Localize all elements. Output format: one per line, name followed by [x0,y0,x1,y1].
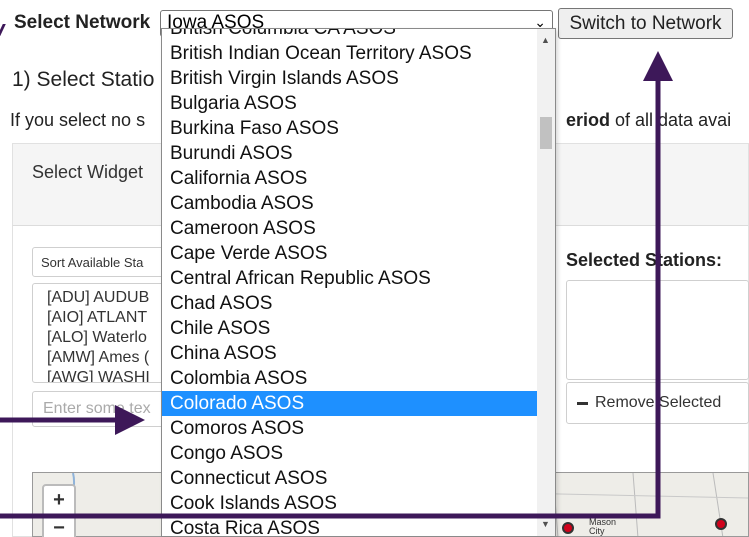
dropdown-option[interactable]: Chile ASOS [162,316,537,341]
zoom-out-button[interactable]: − [44,517,74,537]
station-marker[interactable] [562,522,574,534]
station-filter-input[interactable]: Enter some tex [32,391,172,427]
dropdown-option[interactable]: Central African Republic ASOS [162,266,537,291]
triangle-down-icon[interactable]: ▼ [541,519,550,529]
dropdown-option[interactable]: Burundi ASOS [162,141,537,166]
dropdown-option[interactable]: Cambodia ASOS [162,191,537,216]
list-item[interactable]: [AMW] Ames ( [47,348,171,368]
zoom-in-button[interactable]: + [44,486,74,516]
station-marker[interactable] [715,518,727,530]
select-network-label: Select Network [14,12,151,33]
dropdown-option[interactable]: Connecticut ASOS [162,466,537,491]
dropdown-option[interactable]: Chad ASOS [162,291,537,316]
help-text-right: eriod of all data avai [566,110,731,131]
dropdown-option[interactable]: Congo ASOS [162,441,537,466]
dropdown-option[interactable]: Bulgaria ASOS [162,91,537,116]
dropdown-option[interactable]: British Virgin Islands ASOS [162,66,537,91]
minus-icon [577,402,588,405]
dropdown-option[interactable]: British Columbia CA ASOS [162,29,537,41]
widget-label: Select Widget [32,162,144,182]
dropdown-option[interactable]: Comoros ASOS [162,416,537,441]
dropdown-option[interactable]: China ASOS [162,341,537,366]
help-text-rest: of all data avai [610,110,732,130]
dropdown-scrollbar[interactable]: ▲ ▼ [537,29,555,536]
available-stations-list[interactable]: [ADU] AUDUB [AIO] ATLANT [ALO] Waterlo [… [32,283,172,383]
dropdown-option[interactable]: Cameroon ASOS [162,216,537,241]
step-title: 1) Select Statio [12,68,155,91]
list-item[interactable]: [AIO] ATLANT [47,308,171,328]
selected-stations-list[interactable] [566,280,749,380]
triangle-up-icon[interactable]: ▲ [541,35,550,45]
dropdown-option[interactable]: California ASOS [162,166,537,191]
remove-selected-button[interactable]: Remove Selected [566,382,749,424]
remove-selected-label: Remove Selected [595,394,722,411]
help-text-left: If you select no s [10,110,146,130]
scrollbar-thumb[interactable] [540,117,552,149]
network-dropdown-list[interactable]: British Columbia CA ASOS British Indian O… [161,28,556,537]
map-city-label-line2: City [589,526,605,536]
annotation-corner-mark [0,24,11,36]
map-city-label: Mason City [589,518,616,536]
dropdown-option-highlighted[interactable]: Colorado ASOS [162,391,537,416]
dropdown-options: British Columbia CA ASOS British Indian O… [162,29,537,536]
list-item[interactable]: [ADU] AUDUB [47,288,171,308]
map-zoom-control: + − [42,484,76,537]
selected-stations-title: Selected Stations: [566,250,723,270]
help-text-bold: eriod [566,110,611,130]
switch-network-button[interactable]: Switch to Network [558,8,733,39]
dropdown-option[interactable]: Costa Rica ASOS [162,516,537,536]
list-item[interactable]: [ALO] Waterlo [47,328,171,348]
dropdown-option[interactable]: Colombia ASOS [162,366,537,391]
dropdown-option[interactable]: Cape Verde ASOS [162,241,537,266]
sort-stations-select[interactable]: Sort Available Sta [32,247,172,277]
dropdown-option[interactable]: Cook Islands ASOS [162,491,537,516]
list-item[interactable]: [AWG] WASHI [47,368,171,382]
dropdown-option[interactable]: British Indian Ocean Territory ASOS [162,41,537,66]
dropdown-option[interactable]: Burkina Faso ASOS [162,116,537,141]
